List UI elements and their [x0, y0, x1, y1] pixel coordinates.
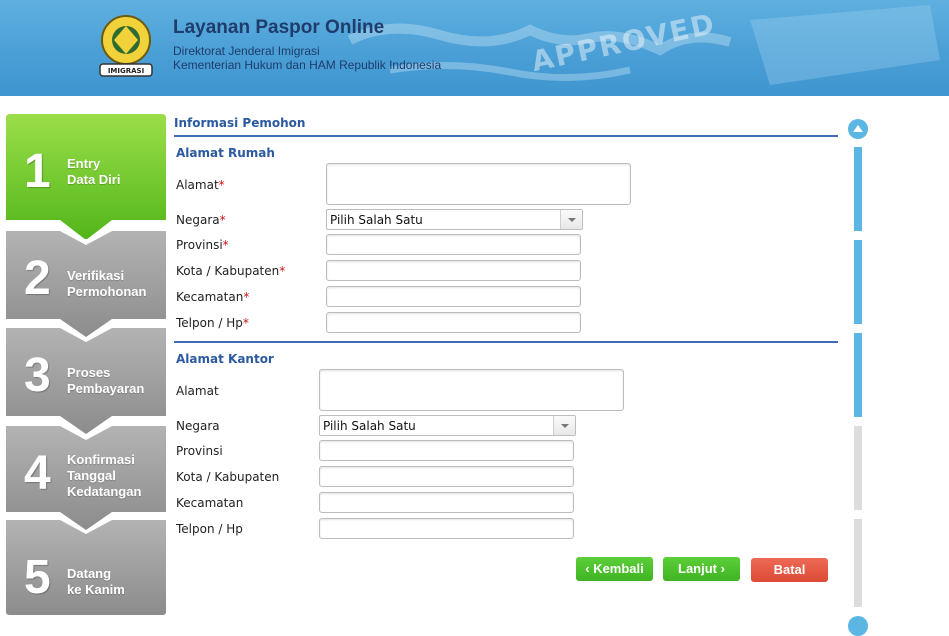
kantor-negara-select[interactable]: Pilih Salah Satu — [319, 415, 576, 436]
step-label: Datang ke Kanim — [67, 566, 125, 597]
chevron-left-icon: ‹ — [585, 561, 590, 576]
rumah-negara-select[interactable]: Pilih Salah Satu — [326, 209, 583, 230]
rumah-telpon-label: Telpon / Hp* — [176, 316, 249, 330]
rumah-kota-label: Kota / Kabupaten* — [176, 264, 286, 278]
section-title: Informasi Pemohon — [174, 116, 306, 130]
scroll-segment[interactable] — [854, 147, 862, 231]
kantor-provinsi-label: Provinsi — [176, 444, 223, 458]
scroll-down-button[interactable] — [848, 616, 868, 636]
kantor-kecamatan-input[interactable] — [319, 492, 574, 513]
step-number: 5 — [24, 551, 51, 604]
chevron-down-icon — [553, 416, 575, 435]
batal-button[interactable]: Batal — [751, 558, 828, 582]
step-label: Proses Pembayaran — [67, 365, 145, 396]
logo-text: IMIGRASI — [108, 67, 144, 75]
scroll-segment[interactable] — [854, 240, 862, 324]
scroll-segment[interactable] — [854, 426, 862, 510]
kantor-negara-label: Negara — [176, 419, 220, 433]
step-1-entry-data-diri[interactable]: 1 Entry Data Diri — [6, 114, 166, 239]
step-5-datang-kanim[interactable]: 5 Datang ke Kanim — [6, 520, 166, 630]
kantor-alamat-textarea[interactable] — [319, 369, 624, 411]
rumah-telpon-input[interactable] — [326, 312, 581, 333]
kantor-telpon-input[interactable] — [319, 518, 574, 539]
rumah-kecamatan-label: Kecamatan* — [176, 290, 250, 304]
scroll-segment[interactable] — [854, 519, 862, 607]
imigrasi-logo: IMIGRASI — [99, 15, 153, 77]
site-title: Layanan Paspor Online — [173, 17, 385, 38]
kantor-telpon-label: Telpon / Hp — [176, 522, 243, 536]
rumah-alamat-textarea[interactable] — [326, 163, 631, 205]
kantor-kecamatan-label: Kecamatan — [176, 496, 244, 510]
section-divider — [174, 341, 838, 343]
step-number: 4 — [24, 447, 51, 500]
step-label: Verifikasi Permohonan — [67, 268, 147, 299]
select-value: Pilih Salah Satu — [323, 419, 416, 433]
rumah-alamat-label: Alamat* — [176, 178, 225, 192]
scroll-segment[interactable] — [854, 333, 862, 417]
kembali-button[interactable]: ‹ Kembali — [576, 557, 653, 581]
kantor-provinsi-input[interactable] — [319, 440, 574, 461]
step-number: 2 — [24, 252, 51, 305]
kantor-alamat-label: Alamat — [176, 384, 219, 398]
step-2-verifikasi[interactable]: 2 Verifikasi Permohonan — [6, 231, 166, 341]
section-divider — [174, 135, 838, 137]
kantor-kota-input[interactable] — [319, 466, 574, 487]
step-label: Konfirmasi Tanggal Kedatangan — [67, 452, 142, 499]
site-subtitle-ministry: Kementerian Hukum dan HAM Republik Indon… — [173, 58, 442, 72]
chevron-down-icon — [560, 210, 582, 229]
scroll-up-button[interactable] — [848, 119, 868, 139]
lanjut-button[interactable]: Lanjut › — [663, 557, 740, 581]
site-header: APPROVED IMIGRASI Layanan Paspor Online … — [0, 0, 949, 96]
step-number: 3 — [24, 349, 51, 402]
chevron-right-icon: › — [720, 561, 725, 576]
alamat-rumah-title: Alamat Rumah — [176, 146, 275, 160]
kantor-kota-label: Kota / Kabupaten — [176, 470, 280, 484]
select-value: Pilih Salah Satu — [330, 213, 423, 227]
rumah-provinsi-input[interactable] — [326, 234, 581, 255]
rumah-provinsi-label: Provinsi* — [176, 238, 229, 252]
rumah-kota-input[interactable] — [326, 260, 581, 281]
rumah-kecamatan-input[interactable] — [326, 286, 581, 307]
step-number: 1 — [24, 145, 51, 198]
rumah-negara-label: Negara* — [176, 213, 226, 227]
step-label: Entry Data Diri — [67, 156, 121, 187]
alamat-kantor-title: Alamat Kantor — [176, 352, 274, 366]
site-subtitle-directorate: Direktorat Jenderal Imigrasi — [173, 44, 320, 58]
step-3-proses-pembayaran[interactable]: 3 Proses Pembayaran — [6, 328, 166, 438]
